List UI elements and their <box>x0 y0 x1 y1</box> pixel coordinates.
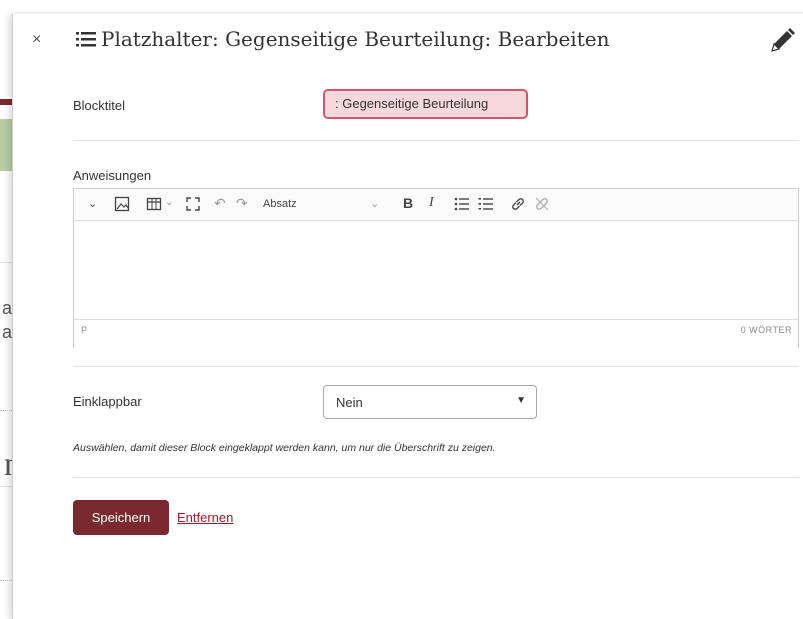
modal-header: × Platzhalter: Gegenseitige Beurteilung:… <box>13 14 803 70</box>
table-dropdown-chevron-icon[interactable]: ⌄ <box>165 197 173 208</box>
divider <box>73 140 799 141</box>
word-count: 0 WÖRTER <box>740 325 792 335</box>
paragraph-format-select[interactable]: Absatz <box>263 198 297 210</box>
italic-button[interactable]: I <box>429 195 434 211</box>
divider <box>73 366 799 367</box>
blocktitel-input[interactable]: : Gegenseitige Beurteilung <box>323 89 528 119</box>
editor-status-bar: P 0 WÖRTER <box>74 319 798 348</box>
caret-down-icon: ▼ <box>516 395 526 406</box>
bold-button[interactable]: B <box>403 195 413 211</box>
paragraph-format-chevron-icon[interactable]: ⌄ <box>370 197 379 210</box>
einklappbar-label: Einklappbar <box>73 394 142 409</box>
modal-title: Platzhalter: Gegenseitige Beurteilung: B… <box>101 27 610 51</box>
pencil-icon[interactable] <box>767 26 797 56</box>
close-button[interactable]: × <box>32 31 41 49</box>
rich-text-editor: ⌄ ⌄ ↶ ↷ Absatz ⌄ B I P 0 WÖRTER <box>73 188 799 348</box>
toggle-toolbar-chevron-icon[interactable]: ⌄ <box>88 197 97 210</box>
table-icon[interactable] <box>146 196 162 212</box>
link-icon[interactable] <box>510 196 526 212</box>
undo-icon[interactable]: ↶ <box>214 195 226 212</box>
fullscreen-icon[interactable] <box>186 197 200 211</box>
help-text: Auswählen, damit dieser Block eingeklapp… <box>73 442 496 454</box>
divider <box>73 477 799 478</box>
numbered-list-icon[interactable] <box>478 197 494 211</box>
save-button[interactable]: Speichern <box>73 500 169 535</box>
anweisungen-label: Anweisungen <box>73 168 152 183</box>
blocktitel-label: Blocktitel <box>73 98 126 113</box>
remove-link[interactable]: Entfernen <box>177 510 233 525</box>
bullet-list-icon[interactable] <box>454 197 470 211</box>
editor-toolbar: ⌄ ⌄ ↶ ↷ Absatz ⌄ B I <box>74 189 798 221</box>
list-icon <box>76 32 96 47</box>
einklappbar-selected-value: Nein <box>336 395 363 410</box>
modal-content: Blocktitel : Gegenseitige Beurteilung An… <box>58 70 803 619</box>
einklappbar-select[interactable]: Nein ▼ <box>323 385 537 419</box>
editor-text-area[interactable] <box>74 221 798 319</box>
image-icon[interactable] <box>114 196 130 212</box>
element-path[interactable]: P <box>81 325 87 335</box>
redo-icon[interactable]: ↷ <box>236 195 248 212</box>
unlink-icon[interactable] <box>534 196 550 212</box>
edit-block-modal: × Platzhalter: Gegenseitige Beurteilung:… <box>12 14 803 619</box>
